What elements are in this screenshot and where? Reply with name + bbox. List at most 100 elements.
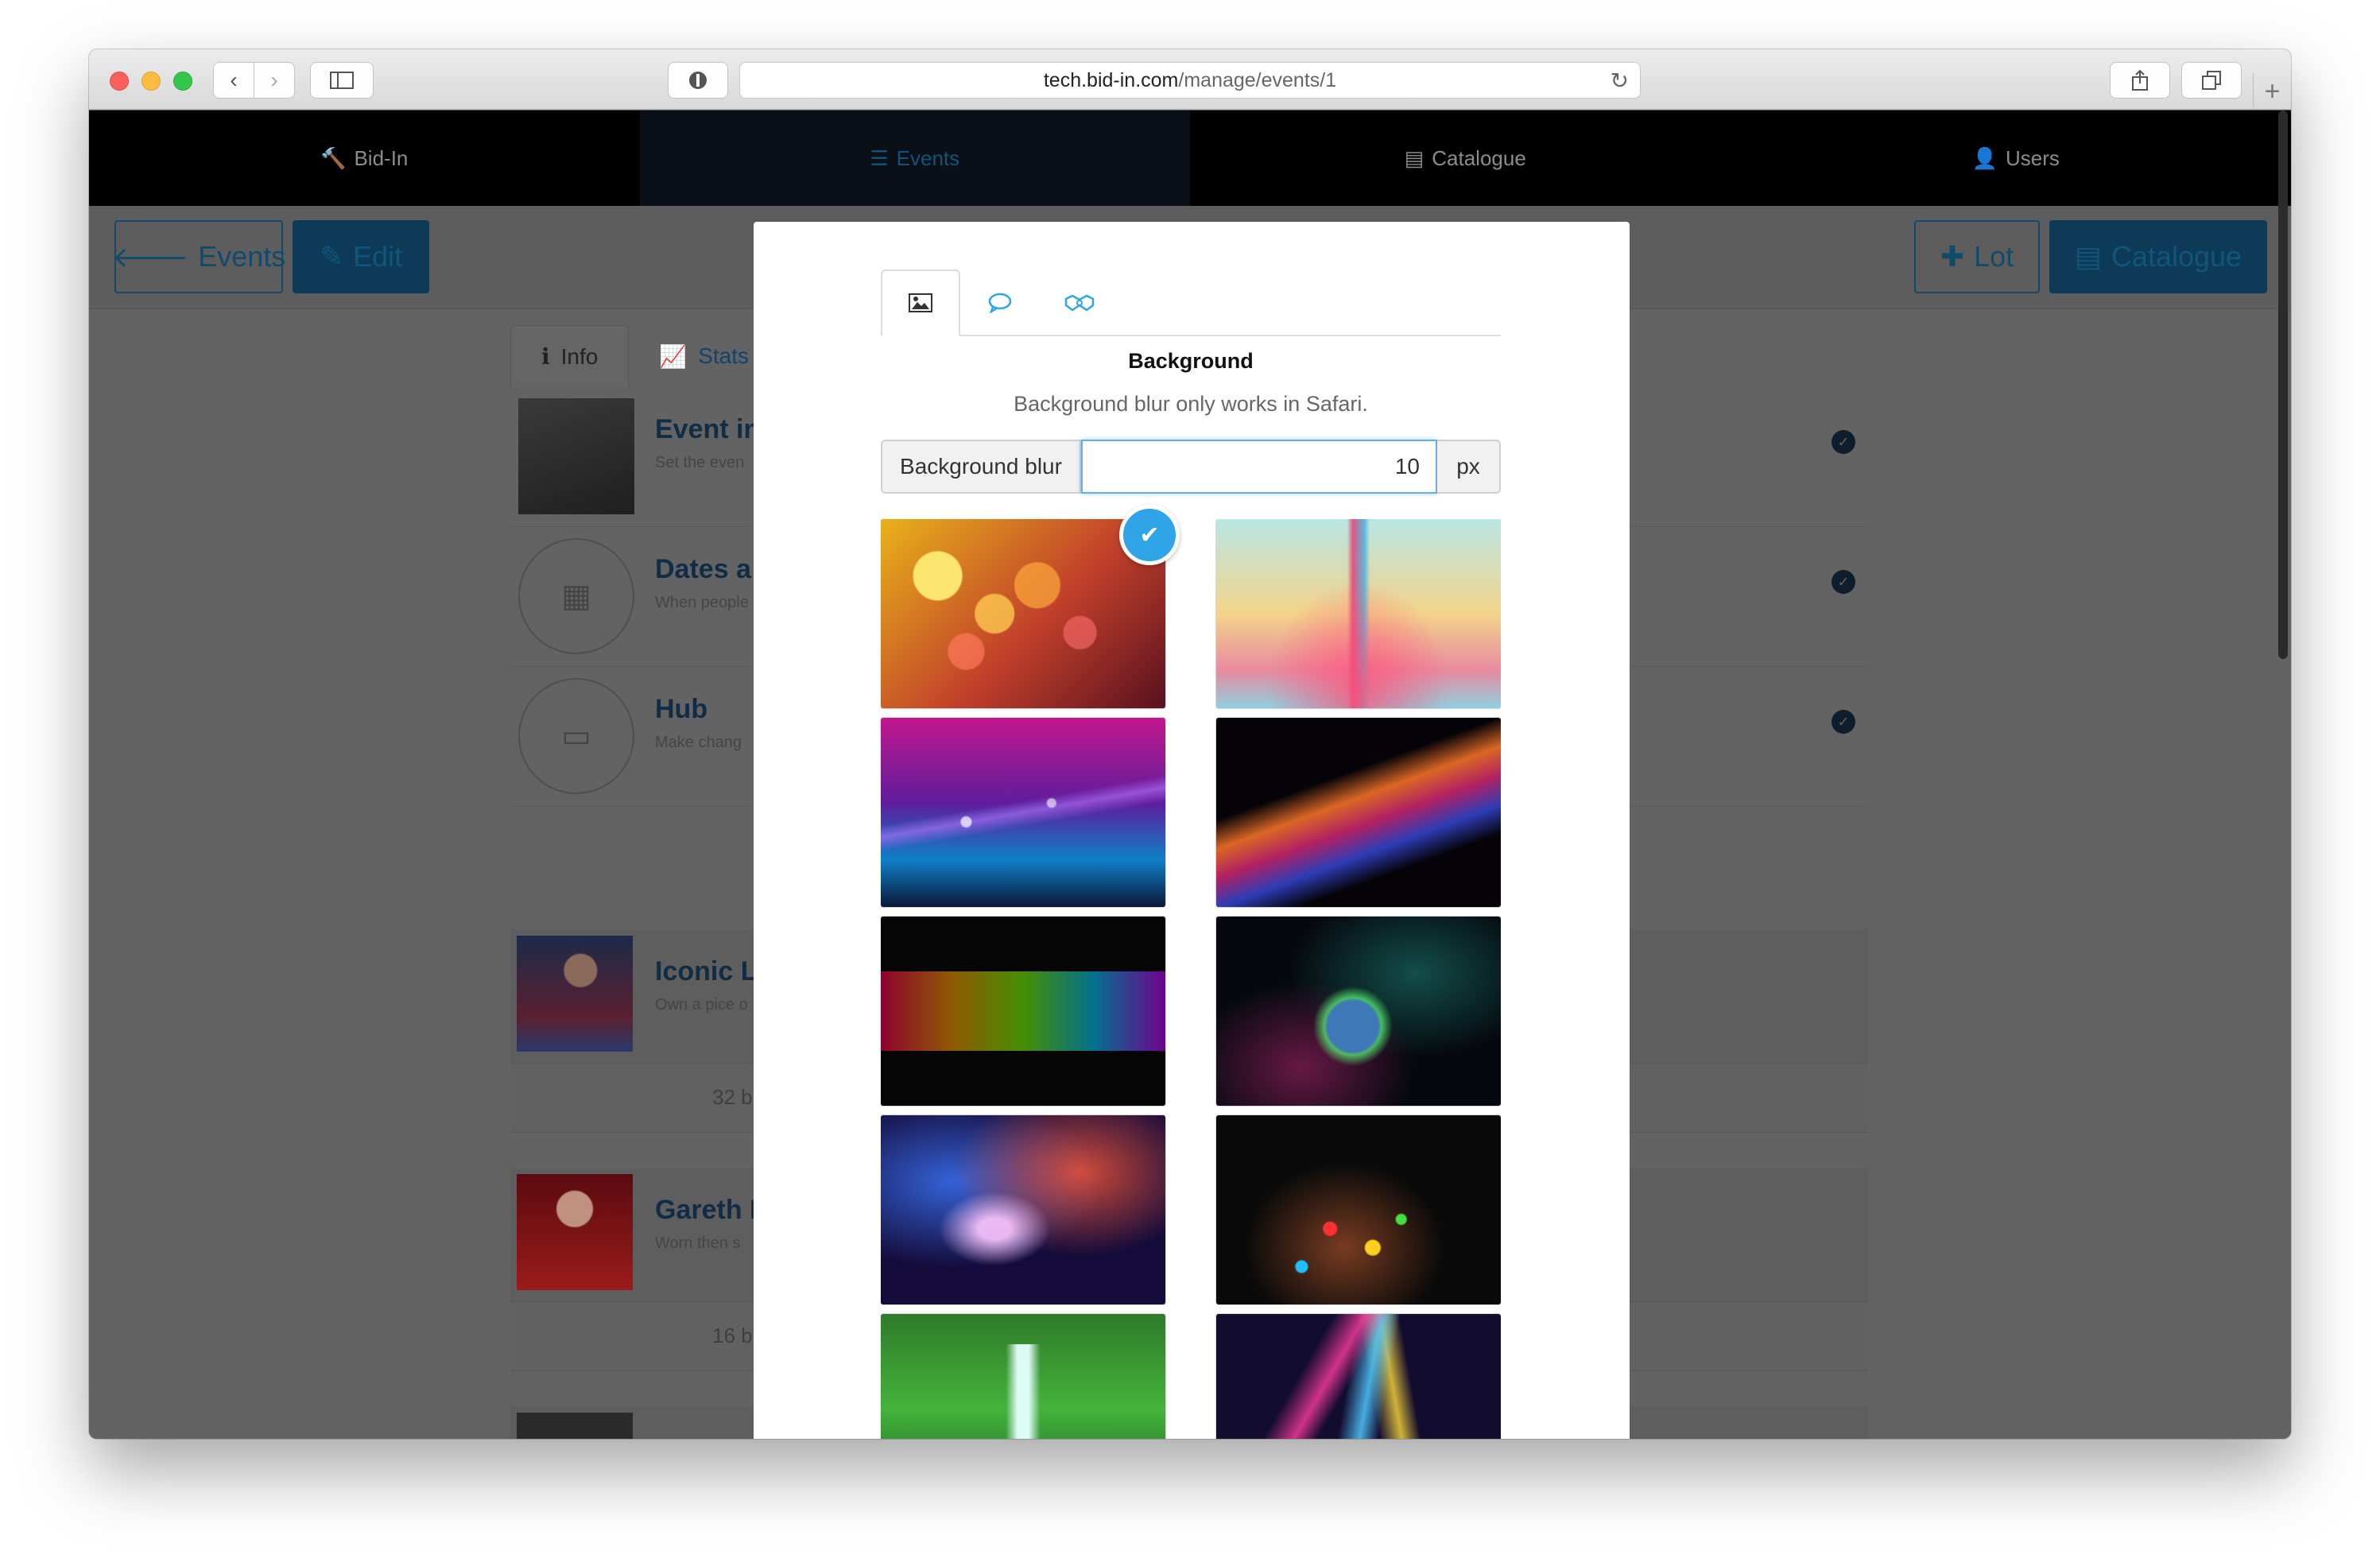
tab-label: Stats: [698, 343, 750, 368]
tab-sponsors[interactable]: [1040, 269, 1119, 336]
url-host: tech.bid-in.com: [1043, 68, 1179, 91]
nav-item-label: Users: [2005, 145, 2060, 170]
image-icon: [909, 293, 932, 312]
share-button[interactable]: [2110, 62, 2170, 99]
plus-icon: ✚: [1940, 240, 1965, 273]
tabs-icon: [2202, 71, 2221, 90]
handshake-icon: [1064, 294, 1095, 312]
book-icon: ▤: [2074, 240, 2102, 273]
chevron-left-icon: ‹: [230, 68, 238, 92]
shield-icon: [689, 72, 707, 89]
button-label: Lot: [1974, 240, 2014, 273]
close-window-button[interactable]: [110, 72, 129, 91]
blur-help-text: Background blur only works in Safari.: [1014, 392, 1368, 416]
lot-subtitle: Worn then s: [655, 1235, 741, 1252]
lot-title: Gareth B: [655, 1195, 769, 1225]
arrow-left-icon: 🡐: [111, 241, 189, 273]
browser-window: ‹ › tech.bid-in.com/manage/events/1 ↻ + …: [89, 49, 2291, 1439]
row-title: Event im: [655, 414, 768, 444]
background-option-rainbow-bokeh[interactable]: [881, 917, 1165, 1106]
check-circle-icon: ✓: [1832, 430, 1855, 454]
lot-image: [517, 1174, 633, 1290]
modal-tabs: [881, 269, 1501, 336]
row-title: Dates a: [655, 554, 751, 584]
nav-item-users[interactable]: 👤 Users: [1741, 110, 2292, 206]
lot-title: Iconic L: [655, 956, 758, 987]
edit-icon: ✎: [319, 240, 344, 273]
tab-info[interactable]: ℹ Info: [510, 325, 630, 387]
back-button[interactable]: ‹: [213, 62, 254, 99]
background-settings-modal: Background Background blur only works in…: [754, 222, 1630, 1439]
info-icon: ℹ: [541, 344, 550, 369]
row-subtitle: When people: [655, 594, 749, 611]
sidebar-toggle-button[interactable]: [310, 62, 374, 99]
lot-image: [517, 936, 633, 1052]
calendar-icon: ▦: [518, 538, 634, 654]
blur-input[interactable]: [1081, 440, 1437, 494]
check-circle-icon: ✓: [1832, 710, 1855, 734]
event-image-thumbnail: [518, 398, 634, 514]
book-icon: ▤: [1404, 145, 1425, 170]
background-option-color-smoke[interactable]: [1216, 718, 1501, 907]
browser-titlebar: ‹ › tech.bid-in.com/manage/events/1 ↻ +: [89, 49, 2291, 110]
nav-item-label: Events: [896, 145, 960, 170]
background-option-nebula[interactable]: [881, 1115, 1165, 1304]
address-bar[interactable]: tech.bid-in.com/manage/events/1 ↻: [739, 62, 1641, 99]
tab-label: Info: [560, 343, 599, 369]
tab-messages[interactable]: [960, 269, 1040, 336]
blur-input-group: Background blur px: [881, 440, 1501, 494]
button-label: Edit: [353, 240, 403, 273]
top-navigation: 🔨 Bid-In ☰ Events ▤ Catalogue 👤 Users: [89, 110, 2291, 206]
background-option-color-dots[interactable]: [1216, 1115, 1501, 1304]
button-label: Catalogue: [2111, 240, 2242, 273]
nav-item-events[interactable]: ☰ Events: [639, 110, 1190, 206]
selected-check-icon: ✔: [1119, 505, 1180, 565]
line-chart-icon: 📈: [659, 343, 688, 369]
button-label: Events: [198, 240, 286, 273]
reload-icon[interactable]: ↻: [1611, 68, 1629, 94]
gavel-icon: 🔨: [320, 145, 347, 170]
chevron-right-icon: ›: [270, 68, 278, 92]
nav-item-label: Catalogue: [1432, 145, 1526, 170]
lot-image: [517, 1413, 633, 1439]
forward-button[interactable]: ›: [254, 62, 295, 99]
modal-heading: Background: [1128, 349, 1254, 373]
monitor-icon: ▭: [518, 678, 634, 794]
nav-item-catalogue[interactable]: ▤ Catalogue: [1190, 110, 1741, 206]
background-option-purple-wave[interactable]: [881, 718, 1165, 907]
lot-subtitle: Own a pice o: [655, 996, 748, 1014]
page-content: 🔨 Bid-In ☰ Events ▤ Catalogue 👤 Users 🡐 Event…: [89, 110, 2291, 1439]
sidebar-icon: [330, 72, 354, 89]
add-lot-button[interactable]: ✚ Lot: [1914, 220, 2040, 293]
privacy-report-button[interactable]: [668, 62, 728, 99]
edit-button[interactable]: ✎ Edit: [293, 220, 429, 293]
background-option-light-waves[interactable]: [1216, 1314, 1501, 1439]
blur-unit: px: [1437, 440, 1501, 494]
catalogue-button[interactable]: ▤ Catalogue: [2049, 220, 2267, 293]
user-icon: 👤: [1971, 145, 1998, 170]
event-tabs: ℹ Info 📈 Stats: [510, 325, 779, 387]
background-option-glowing-planet[interactable]: [1216, 917, 1501, 1106]
new-tab-button[interactable]: +: [2253, 73, 2291, 110]
check-circle-icon: ✓: [1832, 570, 1855, 594]
back-to-events-button[interactable]: 🡐 Events: [111, 220, 286, 293]
show-tabs-button[interactable]: [2181, 62, 2242, 99]
nav-item-bid-in[interactable]: 🔨 Bid-In: [89, 110, 640, 206]
row-subtitle: Set the even: [655, 454, 745, 471]
list-icon: ☰: [870, 145, 889, 170]
nav-item-label: Bid-In: [354, 145, 409, 170]
background-gallery: [881, 519, 1501, 1439]
maximize-window-button[interactable]: [173, 72, 192, 91]
tab-background[interactable]: [881, 269, 960, 336]
row-subtitle: Make chang: [655, 734, 742, 751]
background-option-paint-splash[interactable]: [1216, 519, 1501, 708]
blur-label: Background blur: [881, 440, 1081, 494]
url-path: /manage/events/1: [1178, 68, 1337, 91]
minimize-window-button[interactable]: [141, 72, 161, 91]
background-option-waterfall[interactable]: [881, 1314, 1165, 1439]
row-title: Hub: [655, 694, 708, 724]
plus-icon: +: [2264, 76, 2281, 107]
page-scrollbar[interactable]: [2278, 110, 2288, 659]
speech-bubble-icon: [988, 293, 1012, 313]
share-icon: [2132, 69, 2148, 91]
